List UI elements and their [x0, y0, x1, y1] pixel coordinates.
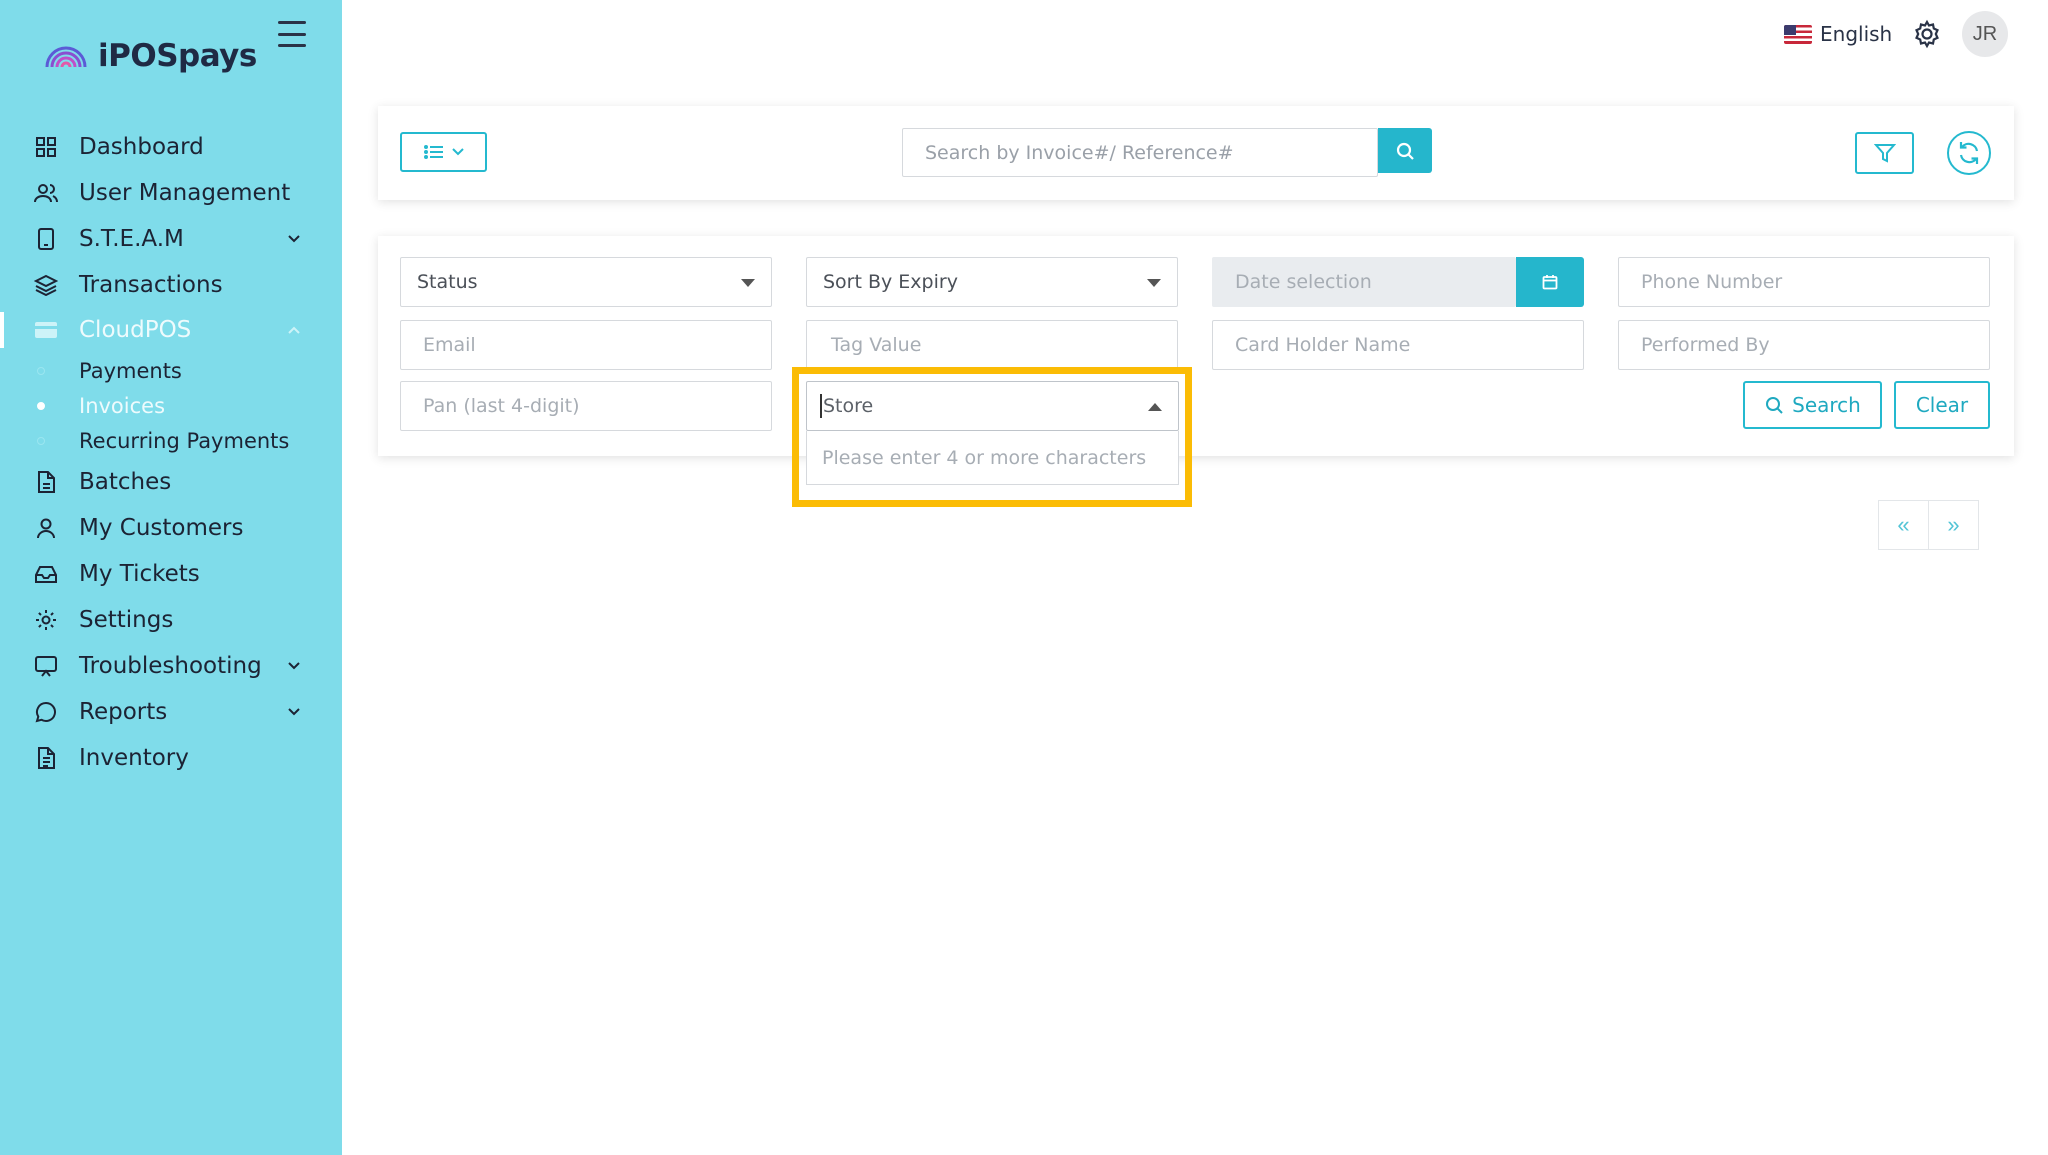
sidebar-item-user-management[interactable]: User Management [0, 170, 342, 216]
sidebar-item-label: Dashboard [79, 134, 204, 160]
sidebar-item-batches[interactable]: Batches [0, 459, 342, 505]
sidebar-item-label: Settings [79, 607, 174, 633]
sidebar-item-dashboard[interactable]: Dashboard [0, 124, 342, 170]
store-select-value: Store [823, 395, 874, 417]
sort-select[interactable]: Sort By Expiry [806, 257, 1178, 307]
file-icon [33, 469, 59, 495]
search-button-label: Search [1792, 393, 1861, 417]
sidebar-item-label: Inventory [79, 745, 189, 771]
phone-number-input[interactable]: Phone Number [1618, 257, 1990, 307]
calendar-button[interactable] [1516, 257, 1584, 307]
card-holder-name-input[interactable]: Card Holder Name [1212, 320, 1584, 370]
sidebar-item-my-tickets[interactable]: My Tickets [0, 551, 342, 597]
dot-icon [37, 402, 45, 410]
sidebar-subitem-recurring-payments[interactable]: Recurring Payments [0, 424, 342, 458]
tag-value-input[interactable]: Tag Value [806, 320, 1178, 370]
caret-down-icon [741, 279, 755, 287]
sidebar-subitem-label: Invoices [79, 394, 166, 418]
refresh-icon [1959, 142, 1979, 164]
clear-button-label: Clear [1915, 393, 1969, 417]
sidebar-item-steam[interactable]: S.T.E.A.M [0, 216, 342, 262]
message-icon [33, 699, 59, 725]
search-icon [1766, 397, 1783, 414]
clear-button[interactable]: Clear [1894, 381, 1990, 429]
chevron-down-icon[interactable] [286, 704, 302, 720]
caret-down-icon [1147, 279, 1161, 287]
caret-up-icon [1148, 403, 1162, 411]
filter-icon [1873, 144, 1896, 163]
monitor-icon [33, 653, 59, 679]
email-input[interactable]: Email [400, 320, 772, 370]
sidebar-item-label: Batches [79, 469, 172, 495]
view-options-button[interactable] [400, 132, 487, 172]
inbox-icon [33, 561, 59, 587]
sidebar-item-label: S.T.E.A.M [79, 226, 184, 252]
dot-icon [37, 437, 45, 445]
user-icon [33, 515, 59, 541]
sidebar-subitem-invoices[interactable]: Invoices [0, 389, 342, 423]
calendar-icon [1542, 275, 1558, 290]
store-select[interactable]: Store [806, 381, 1179, 431]
sidebar-item-label: CloudPOS [79, 317, 192, 343]
sidebar-item-label: Transactions [79, 272, 223, 298]
sidebar-item-cloudpos[interactable]: CloudPOS [0, 307, 342, 353]
pagination-prev-button[interactable]: « [1878, 500, 1929, 550]
card-icon [33, 317, 59, 343]
chevron-down-icon[interactable] [286, 231, 302, 247]
avatar[interactable]: JR [1962, 11, 2008, 57]
sidebar-subitem-payments[interactable]: Payments [0, 354, 342, 388]
list-icon [423, 145, 443, 159]
brand-name: iPOSpays [98, 38, 257, 74]
sidebar-subitem-label: Payments [79, 359, 182, 383]
sidebar-item-label: Reports [79, 699, 168, 725]
menu-toggle-icon[interactable] [278, 21, 306, 47]
sidebar-item-settings[interactable]: Settings [0, 597, 342, 643]
settings-gear-icon[interactable] [1912, 19, 1942, 49]
sidebar-item-inventory[interactable]: Inventory [0, 735, 342, 781]
sidebar-item-my-customers[interactable]: My Customers [0, 505, 342, 551]
grid-icon [33, 134, 59, 160]
text-cursor [820, 394, 822, 418]
pan-last4-input[interactable]: Pan (last 4-digit) [400, 381, 772, 431]
chevron-down-icon [451, 148, 464, 156]
layers-icon [33, 272, 59, 298]
dot-icon [37, 367, 45, 375]
chevron-up-icon[interactable] [286, 322, 302, 338]
language-label: English [1820, 22, 1893, 46]
rainbow-logo-icon [45, 46, 87, 68]
store-dropdown-hint: Please enter 4 or more characters [806, 431, 1179, 485]
filter-button[interactable] [1855, 132, 1914, 174]
document-icon [33, 745, 59, 771]
sidebar-subitem-label: Recurring Payments [79, 429, 290, 453]
search-submit-button[interactable] [1378, 128, 1432, 173]
sidebar-item-label: User Management [79, 180, 291, 206]
brand-logo[interactable]: iPOSpays [44, 36, 257, 76]
refresh-button[interactable] [1947, 131, 1991, 175]
status-select[interactable]: Status [400, 257, 772, 307]
search-input[interactable]: Search by Invoice#/ Reference# [902, 128, 1378, 177]
users-icon [33, 180, 59, 206]
date-selection-input[interactable]: Date selection [1212, 257, 1516, 307]
performed-by-input[interactable]: Performed By [1618, 320, 1990, 370]
tablet-icon [33, 226, 59, 252]
sidebar-item-label: Troubleshooting [79, 653, 262, 679]
gear-icon [33, 607, 59, 633]
sidebar-item-troubleshooting[interactable]: Troubleshooting [0, 643, 342, 689]
language-selector[interactable]: English [1784, 22, 1892, 46]
pagination-next-button[interactable]: » [1928, 500, 1979, 550]
sort-select-value: Sort By Expiry [823, 271, 958, 293]
search-button[interactable]: Search [1743, 381, 1882, 429]
status-select-value: Status [417, 271, 478, 293]
search-icon [1396, 142, 1414, 160]
chevron-down-icon[interactable] [286, 658, 302, 674]
sidebar-item-reports[interactable]: Reports [0, 689, 342, 735]
sidebar: iPOSpays Dashboard User Management S.T.E… [0, 0, 342, 1155]
sidebar-item-label: My Tickets [79, 561, 200, 587]
sidebar-item-label: My Customers [79, 515, 244, 541]
active-indicator [0, 312, 4, 348]
sidebar-item-transactions[interactable]: Transactions [0, 262, 342, 308]
us-flag-icon [1784, 24, 1812, 44]
